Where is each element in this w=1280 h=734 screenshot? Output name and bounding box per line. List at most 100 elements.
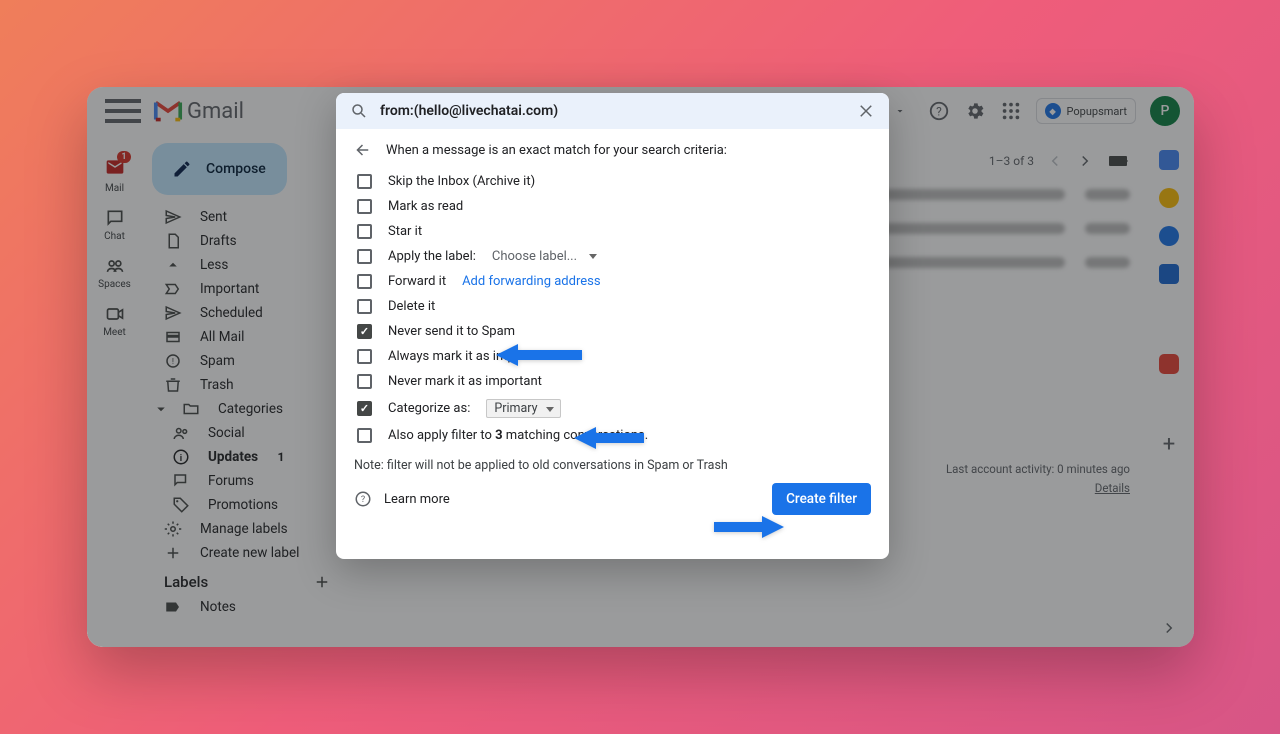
opt-mark-read: Mark as read	[354, 194, 871, 219]
account-chip[interactable]: ◆ Popupsmart	[1036, 98, 1136, 124]
sidebar-item-updates[interactable]: iUpdates1	[142, 445, 347, 469]
create-filter-button[interactable]: Create filter	[772, 483, 871, 515]
sidebar-item-trash[interactable]: Trash	[142, 373, 347, 397]
checkbox-forward[interactable]	[357, 274, 372, 289]
annotation-arrow	[496, 343, 582, 371]
main-menu-button[interactable]	[99, 87, 147, 135]
mail-badge: 1	[117, 151, 130, 163]
opt-forward: Forward it Add forwarding address	[354, 269, 871, 294]
opt-skip-inbox: Skip the Inbox (Archive it)	[354, 169, 871, 194]
add-label-icon[interactable]	[313, 573, 331, 591]
dialog-note: Note: filter will not be applied to old …	[354, 458, 871, 473]
settings-gear-icon[interactable]	[964, 100, 986, 122]
sidebar-item-social[interactable]: Social	[142, 421, 347, 445]
next-page-icon[interactable]	[1076, 152, 1094, 170]
chip-label: Popupsmart	[1067, 105, 1127, 118]
chevron-down-icon	[894, 105, 906, 117]
calendar-icon[interactable]	[1159, 150, 1179, 170]
sidebar-item-forums[interactable]: Forums	[142, 469, 347, 493]
checkbox-also-apply[interactable]	[357, 428, 372, 443]
sidebar-item-create-label[interactable]: Create new label	[142, 541, 347, 565]
add-forwarding-link[interactable]: Add forwarding address	[462, 274, 600, 289]
annotation-arrow	[574, 426, 644, 454]
compose-button[interactable]: Compose	[152, 143, 287, 195]
tasks-icon[interactable]	[1159, 226, 1179, 246]
sidebar-item-scheduled[interactable]: Scheduled	[142, 301, 347, 325]
checkbox-apply-label[interactable]	[357, 249, 372, 264]
trash-icon	[164, 376, 182, 394]
sidebar-item-promotions[interactable]: Promotions	[142, 493, 347, 517]
checkbox-delete[interactable]	[357, 299, 372, 314]
rail-item-mail[interactable]: 1 Mail	[90, 151, 140, 200]
keep-icon[interactable]	[1159, 188, 1179, 208]
search-input[interactable]	[380, 103, 845, 119]
opt-always-important: Always mark it as important	[354, 344, 871, 369]
caret-down-icon	[152, 400, 170, 418]
help-circle-icon[interactable]: ?	[354, 490, 372, 508]
expand-panel-icon[interactable]	[1160, 619, 1178, 637]
people-icon	[172, 424, 190, 442]
rail-item-meet[interactable]: Meet	[90, 298, 140, 344]
dialog-body: When a message is an exact match for you…	[336, 129, 889, 529]
activity-text: Last account activity: 0 minutes ago	[946, 460, 1130, 478]
checkbox-skip-inbox[interactable]	[357, 174, 372, 189]
label-icon	[164, 598, 182, 616]
annotation-arrow	[714, 515, 784, 543]
meet-icon	[105, 304, 125, 324]
labels-header: Labels	[142, 565, 347, 595]
opt-star: Star it	[354, 219, 871, 244]
sidebar-item-notes[interactable]: Notes	[142, 595, 347, 619]
opt-never-important: Never mark it as important	[354, 369, 871, 394]
checkbox-star[interactable]	[357, 224, 372, 239]
checkbox-mark-read[interactable]	[357, 199, 372, 214]
rail-item-spaces[interactable]: Spaces	[90, 250, 140, 296]
back-arrow-icon[interactable]	[354, 141, 372, 159]
close-icon[interactable]	[857, 102, 875, 120]
checkbox-always-important[interactable]	[357, 349, 372, 364]
details-link[interactable]: Details	[946, 479, 1130, 497]
sidebar-item-drafts[interactable]: Drafts	[142, 229, 347, 253]
forums-icon	[172, 472, 190, 490]
opt-never-spam: Never send it to Spam	[354, 319, 871, 344]
sidebar-item-allmail[interactable]: All Mail	[142, 325, 347, 349]
create-filter-dialog: When a message is an exact match for you…	[336, 93, 889, 559]
dialog-top: When a message is an exact match for you…	[354, 141, 871, 159]
checkbox-never-spam[interactable]	[357, 324, 372, 339]
choose-label-dropdown[interactable]: Choose label...	[492, 249, 597, 264]
spam-icon: !	[164, 352, 182, 370]
spaces-icon	[105, 256, 125, 276]
tag-icon	[172, 496, 190, 514]
learn-more-link[interactable]: Learn more	[384, 492, 450, 507]
file-icon	[164, 232, 182, 250]
gear-icon	[164, 520, 182, 538]
sidebar-item-important[interactable]: Important	[142, 277, 347, 301]
prev-page-icon[interactable]	[1046, 152, 1064, 170]
rail-item-chat[interactable]: Chat	[90, 202, 140, 248]
svg-text:i: i	[180, 454, 182, 464]
opt-apply-label: Apply the label: Choose label...	[354, 244, 871, 269]
stack-icon	[164, 328, 182, 346]
checkbox-never-important[interactable]	[357, 374, 372, 389]
dialog-heading: When a message is an exact match for you…	[386, 143, 727, 158]
info-icon: i	[172, 448, 190, 466]
addon-icon[interactable]	[1159, 354, 1179, 374]
help-icon[interactable]: ?	[928, 100, 950, 122]
sidebar-item-categories[interactable]: Categories	[142, 397, 347, 421]
contacts-icon[interactable]	[1159, 264, 1179, 284]
sidebar-item-manage-labels[interactable]: Manage labels	[142, 517, 347, 541]
sidebar-item-spam[interactable]: !Spam	[142, 349, 347, 373]
avatar[interactable]: P	[1150, 96, 1180, 126]
folder-icon	[182, 400, 200, 418]
left-rail: 1 Mail Chat Spaces Meet	[87, 135, 142, 647]
category-select[interactable]: Primary	[486, 399, 560, 418]
checkbox-categorize[interactable]	[357, 401, 372, 416]
apps-grid-icon[interactable]	[1000, 100, 1022, 122]
svg-text:?: ?	[936, 105, 942, 119]
sidebar-item-less[interactable]: Less	[142, 253, 347, 277]
keyboard-icon[interactable]	[1106, 149, 1130, 173]
chevron-up-icon	[164, 256, 182, 274]
chip-logo-icon: ◆	[1045, 103, 1061, 119]
pencil-icon	[172, 159, 192, 179]
add-addon-icon[interactable]: +	[1163, 432, 1175, 457]
sidebar-item-sent[interactable]: Sent	[142, 205, 347, 229]
